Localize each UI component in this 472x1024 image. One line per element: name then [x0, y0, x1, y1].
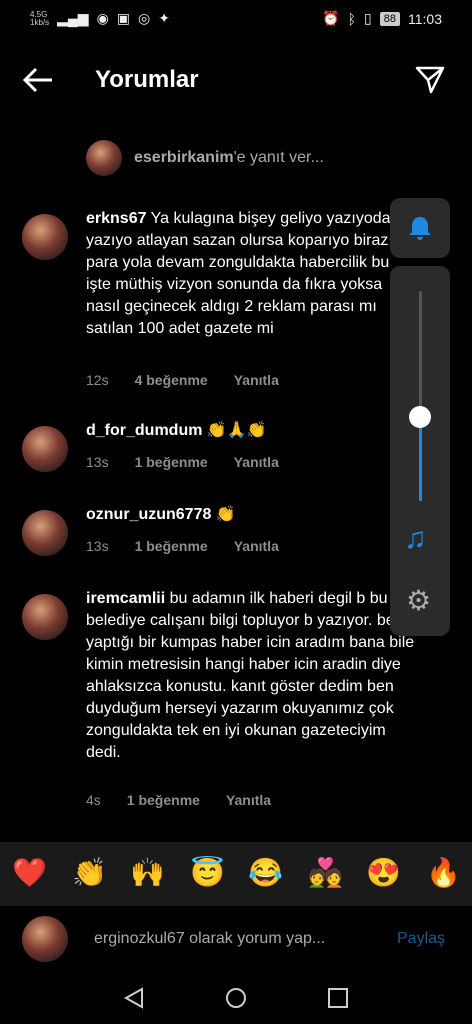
emoji-clap[interactable]: 👏	[72, 856, 107, 889]
twitter-icon: ✦	[158, 10, 170, 26]
comment-body: oznur_uzun6778 👏	[86, 504, 416, 526]
comment-text: Ya kulagına bişey geliyo yazıyoda yazıyo…	[86, 210, 391, 337]
comment-meta: 12s 4 beğenme Yanıtla	[86, 372, 279, 388]
comment-text: bu adamın ilk haberi degil b bu eşi bele…	[86, 590, 415, 761]
reply-button[interactable]: Yanıtla	[226, 792, 271, 808]
comment-time: 4s	[86, 792, 101, 808]
reply-button[interactable]: Yanıtla	[234, 538, 279, 554]
comment-meta: 13s 1 beğenme Yanıtla	[86, 454, 279, 470]
comment-body: d_for_dumdum 👏🙏👏	[86, 420, 416, 442]
comment-composer: erginozkul67 olarak yorum yap... Paylaş	[0, 906, 472, 970]
emoji-raised-hands[interactable]: 🙌	[130, 856, 165, 889]
instagram-icon: ◎	[138, 10, 151, 26]
network-indicator: 4.5G 1kb/s	[30, 10, 50, 27]
nav-recents-icon[interactable]	[326, 986, 350, 1010]
comment-body: iremcamlii bu adamın ilk haberi degil b …	[86, 588, 416, 764]
reply-button[interactable]: Yanıtla	[234, 454, 279, 470]
comment-meta: 13s 1 beğenme Yanıtla	[86, 538, 279, 554]
ringer-mode-button[interactable]	[390, 198, 450, 258]
like-count[interactable]: 1 beğenme	[135, 538, 208, 554]
comment-input[interactable]: erginozkul67 olarak yorum yap...	[94, 930, 325, 948]
alarm-icon: ⏰	[322, 10, 340, 26]
vibrate-icon: ▯	[364, 10, 372, 26]
eye-icon: ◉	[96, 10, 109, 26]
volume-panel: ♫ ⚙	[390, 266, 450, 636]
emoji-quick-bar: ❤️ 👏 🙌 😇 😂 💑 😍 🔥	[0, 842, 472, 906]
reply-button[interactable]: Yanıtla	[234, 372, 279, 388]
comment-username[interactable]: oznur_uzun6778	[86, 506, 211, 523]
share-button[interactable]: Paylaş	[397, 930, 445, 948]
like-count[interactable]: 1 beğenme	[127, 792, 200, 808]
reply-to-label: eserbirkanim'e yanıt ver...	[134, 149, 324, 166]
volume-slider-fill	[419, 417, 422, 501]
reply-to-bar[interactable]: eserbirkanim'e yanıt ver...	[86, 140, 324, 176]
like-count[interactable]: 4 beğenme	[135, 372, 208, 388]
back-arrow-icon[interactable]	[22, 64, 54, 96]
comment-meta: 4s 1 beğenme Yanıtla	[86, 792, 271, 808]
emoji-couple[interactable]: 💑	[308, 856, 343, 889]
clock: 11:03	[408, 10, 442, 27]
emoji-halo[interactable]: 😇	[190, 856, 225, 889]
header: Yorumlar	[0, 50, 472, 110]
settings-gear-icon[interactable]: ⚙	[406, 584, 431, 617]
comment-body: erkns67 Ya kulagına bişey geliyo yazıyod…	[86, 208, 416, 340]
emoji-laugh[interactable]: 😂	[248, 856, 283, 889]
comment-username[interactable]: d_for_dumdum	[86, 422, 202, 439]
comment-time: 12s	[86, 372, 109, 388]
network-speed: 1kb/s	[30, 17, 50, 27]
avatar	[86, 140, 122, 176]
system-nav-bar	[0, 972, 472, 1024]
nav-home-icon[interactable]	[224, 986, 248, 1010]
comment-text: 👏	[215, 506, 236, 523]
emoji-heart[interactable]: ❤️	[12, 856, 47, 889]
nfc-icon: ▣	[116, 10, 131, 26]
nav-back-icon[interactable]	[122, 986, 146, 1010]
volume-slider-knob[interactable]	[409, 406, 431, 428]
signal-icon: ▂▄▆	[57, 10, 89, 26]
avatar[interactable]	[22, 426, 68, 472]
send-icon[interactable]	[414, 64, 446, 96]
comment-time: 13s	[86, 538, 109, 554]
emoji-fire[interactable]: 🔥	[426, 856, 461, 889]
avatar[interactable]	[22, 594, 68, 640]
comment-time: 13s	[86, 454, 109, 470]
page-title: Yorumlar	[95, 66, 199, 93]
comment-username[interactable]: iremcamlii	[86, 590, 165, 607]
battery-indicator: 88	[379, 11, 400, 26]
avatar	[22, 916, 68, 962]
comment-username[interactable]: erkns67	[86, 210, 147, 227]
avatar[interactable]	[22, 510, 68, 556]
bluetooth-icon: ᛒ	[347, 10, 357, 27]
comment-text: 👏🙏👏	[206, 422, 267, 439]
music-note-icon[interactable]: ♫	[404, 522, 427, 556]
like-count[interactable]: 1 beğenme	[135, 454, 208, 470]
status-bar: 4.5G 1kb/s ▂▄▆ ◉ ▣ ◎ ✦ ⏰ ᛒ ▯ 88 11:03	[0, 0, 472, 36]
avatar[interactable]	[22, 214, 68, 260]
bell-icon	[409, 217, 431, 240]
emoji-heart-eyes[interactable]: 😍	[366, 856, 401, 889]
